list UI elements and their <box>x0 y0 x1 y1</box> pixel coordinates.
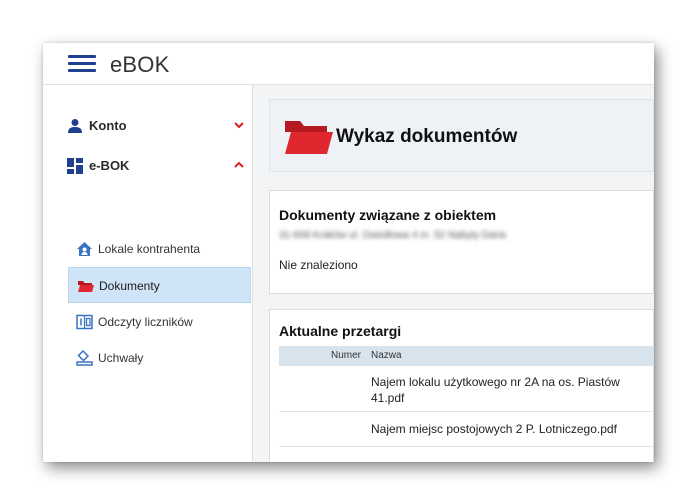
sidebar-group-konto[interactable]: Konto <box>43 111 252 141</box>
sidebar-item-uchwaly[interactable]: Uchwały <box>68 340 251 376</box>
tenders-card: Aktualne przetargi Numer Nazwa Najem lok… <box>269 309 654 462</box>
table-row[interactable]: Najem miejsc postojowych 2 P. Lotniczego… <box>279 412 654 447</box>
folder-open-icon <box>78 281 94 292</box>
hamburger-menu-icon[interactable] <box>68 54 96 74</box>
ballot-icon <box>76 350 93 366</box>
sidebar-item-label: Uchwały <box>98 351 144 365</box>
sidebar-group-ebok[interactable]: e-BOK <box>43 151 252 181</box>
sidebar: Konto e-BOK Lokale kontrahenta Dokumenty… <box>43 85 253 462</box>
app-window: eBOK Konto e-BOK Lokale kontrahenta Doku… <box>43 43 654 462</box>
sidebar-item-odczyty-licznikow[interactable]: Odczyty liczników <box>68 304 251 340</box>
sidebar-item-label: Dokumenty <box>99 279 160 293</box>
meter-icon <box>76 314 93 330</box>
folder-open-icon <box>285 121 333 154</box>
top-bar: eBOK <box>43 43 654 85</box>
dashboard-icon <box>67 158 83 174</box>
user-icon <box>68 119 82 133</box>
main-content: Wykaz dokumentów Dokumenty związane z ob… <box>253 85 654 462</box>
table-header: Numer Nazwa <box>279 346 654 366</box>
page-header: Wykaz dokumentów <box>269 99 654 172</box>
chevron-down-icon <box>234 122 244 129</box>
card-title: Aktualne przetargi <box>279 323 402 339</box>
sidebar-item-dokumenty[interactable]: Dokumenty <box>68 267 251 303</box>
sidebar-group-label: e-BOK <box>89 158 130 173</box>
chevron-up-icon <box>234 161 244 168</box>
sidebar-group-label: Konto <box>89 118 127 133</box>
app-title: eBOK <box>110 52 170 77</box>
house-user-icon <box>77 242 92 256</box>
column-header-number: Numer <box>331 350 362 361</box>
blurred-address: 31-608 Kraków ul. Osiedlowa 4 m. 52 Naby… <box>279 230 506 241</box>
objects-documents-card: Dokumenty związane z obiektem 31-608 Kra… <box>269 190 654 294</box>
document-link[interactable]: Najem miejsc postojowych 2 P. Lotniczego… <box>371 421 653 437</box>
sidebar-item-lokale-kontrahenta[interactable]: Lokale kontrahenta <box>68 231 251 267</box>
column-header-name: Nazwa <box>371 350 402 361</box>
document-link[interactable]: Najem lokalu użytkowego nr 2A na os. Pia… <box>371 374 653 406</box>
page-title: Wykaz dokumentów <box>336 126 518 147</box>
sidebar-item-label: Lokale kontrahenta <box>98 242 201 256</box>
empty-message: Nie znaleziono <box>279 258 358 272</box>
sidebar-item-label: Odczyty liczników <box>98 315 193 329</box>
table-row[interactable]: Najem lokalu użytkowego nr 2A na os. Pia… <box>279 366 654 412</box>
card-title: Dokumenty związane z obiektem <box>279 207 497 223</box>
